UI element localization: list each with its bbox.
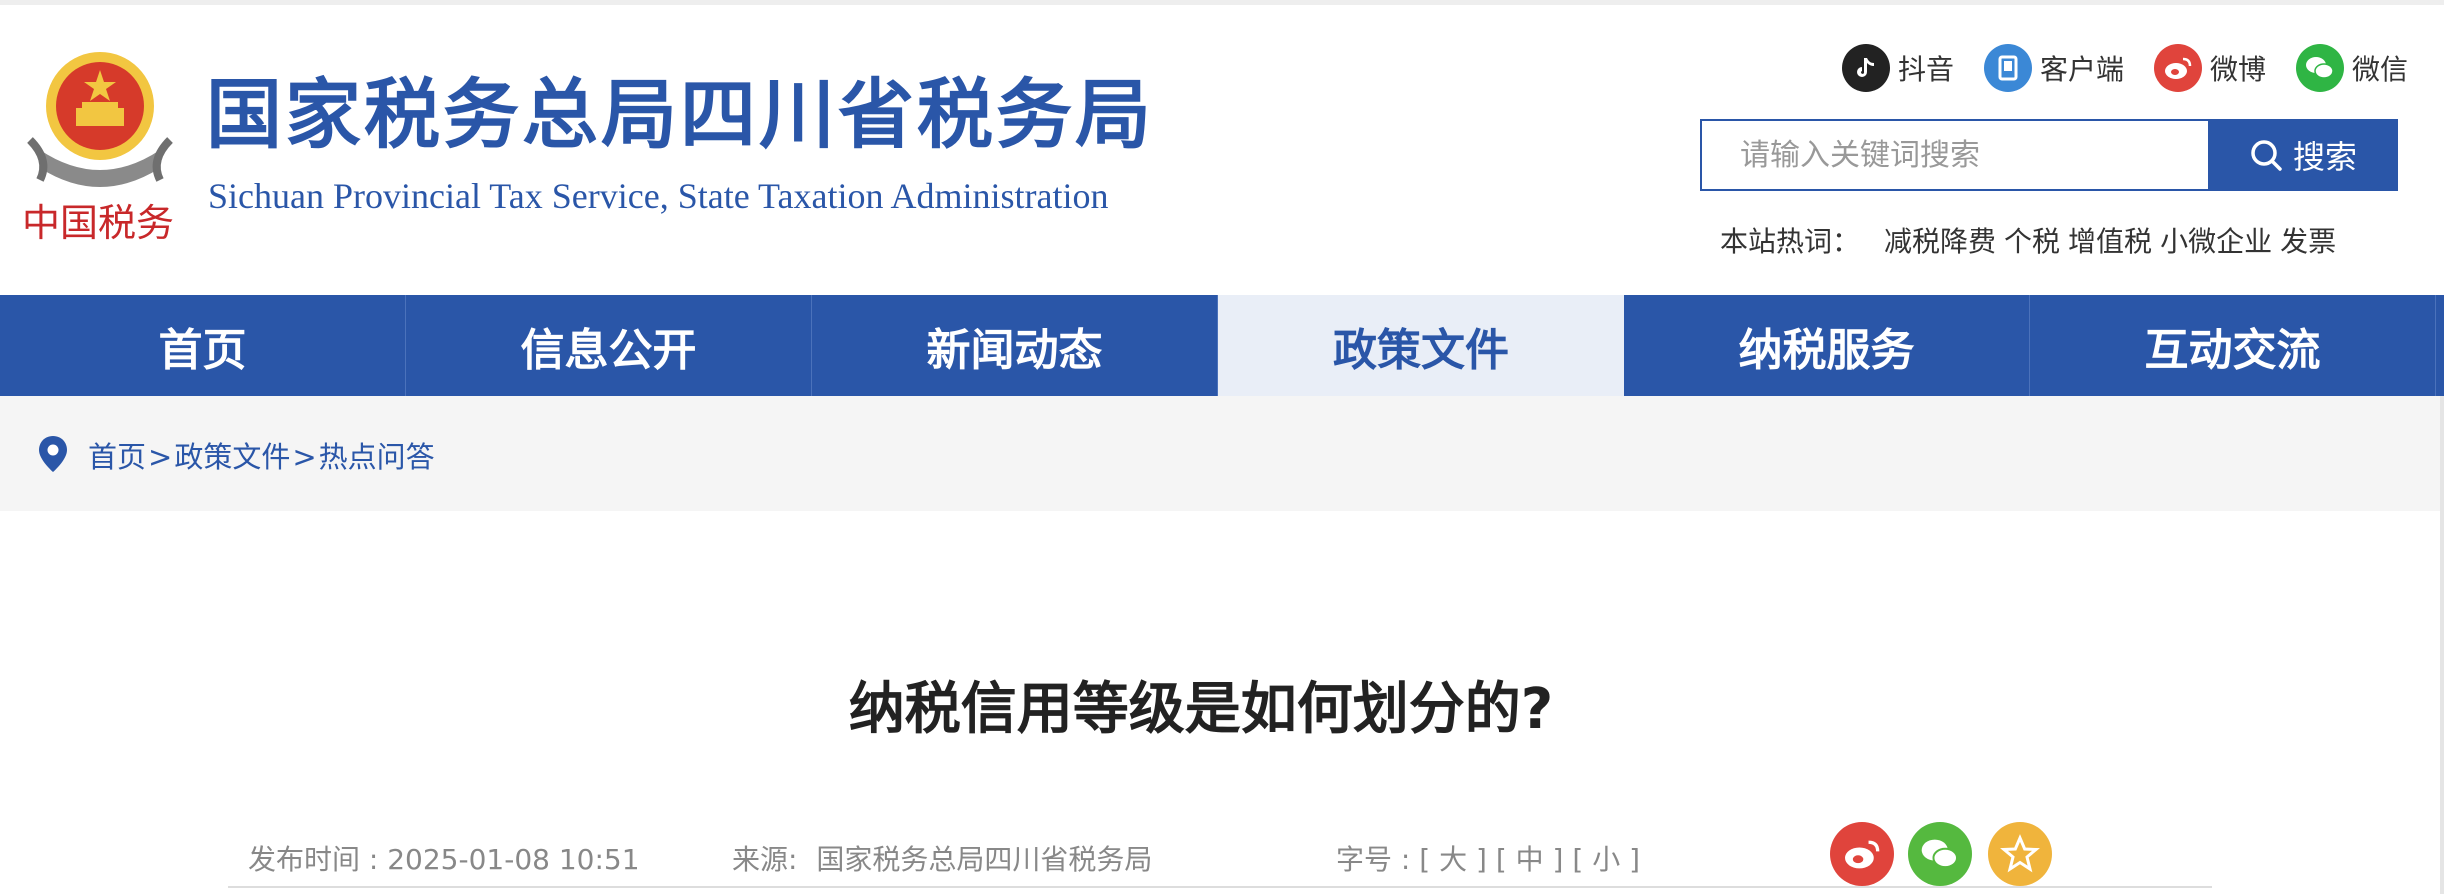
nav-item-news[interactable]: 新闻动态 (812, 295, 1218, 396)
meta-divider (228, 886, 2212, 888)
social-douyin[interactable]: 抖音 (1842, 43, 1954, 93)
hot-word-link[interactable]: 减税降费 (1884, 220, 1996, 260)
weibo-share-icon (1845, 840, 1880, 869)
scrollbar-track[interactable] (2440, 396, 2444, 894)
font-size-small[interactable]: [ 小 ] (1572, 843, 1640, 876)
search-box (1700, 119, 2210, 191)
breadcrumb-separator: > (148, 440, 173, 474)
nav-item-info-disclosure[interactable]: 信息公开 (406, 295, 812, 396)
hot-word-link[interactable]: 发票 (2280, 220, 2336, 260)
site-header: 中国税务 国家税务总局四川省税务局 Sichuan Provincial Tax… (0, 5, 2444, 295)
font-size-controls: 字号 : [ 大 ] [ 中 ] [ 小 ] (1336, 838, 1640, 878)
source-label: 来源: (732, 843, 798, 876)
wechat-share-icon (1921, 839, 1958, 869)
social-wechat-label: 微信 (2352, 53, 2409, 86)
social-weibo[interactable]: 微博 (2154, 43, 2266, 93)
share-weibo-button[interactable] (1830, 822, 1894, 886)
wechat-icon (2296, 44, 2344, 92)
tax-emblem-icon: 中国税务 (22, 52, 174, 245)
site-title-cn: 国家税务总局四川省税务局 (206, 70, 1154, 159)
breadcrumb-policy[interactable]: 政策文件 (174, 440, 290, 474)
breadcrumb-bar: 首页>政策文件>热点问答 (0, 396, 2444, 511)
emblem-calligraphy: 中国税务 (22, 201, 174, 245)
social-client[interactable]: 客户端 (1984, 43, 2124, 93)
breadcrumb-hot-qa[interactable]: 热点问答 (319, 440, 435, 474)
search-icon (2251, 140, 2282, 171)
search-button-label: 搜索 (2292, 138, 2357, 176)
social-weibo-label: 微博 (2210, 53, 2267, 86)
social-wechat[interactable]: 微信 (2296, 43, 2408, 93)
nav-item-tax-service[interactable]: 纳税服务 (1624, 295, 2030, 396)
weibo-icon (2154, 44, 2202, 92)
social-client-label: 客户端 (2040, 53, 2125, 86)
hot-word-link[interactable]: 个税 (2004, 220, 2060, 260)
article-title: 纳税信用等级是如何划分的? (848, 677, 1554, 742)
douyin-icon (1842, 44, 1890, 92)
nav-item-interaction[interactable]: 互动交流 (2030, 295, 2436, 396)
hot-words-label: 本站热词： (1720, 225, 1861, 258)
article-source: 来源: 国家税务总局四川省税务局 (732, 838, 1152, 878)
favorite-star-icon (2000, 834, 2040, 873)
location-pin-icon (39, 436, 67, 472)
hot-word-link[interactable]: 小微企业 (2160, 220, 2272, 260)
font-size-medium[interactable]: [ 中 ] (1496, 843, 1564, 876)
site-title-en: Sichuan Provincial Tax Service, State Ta… (208, 176, 1109, 216)
breadcrumb-home[interactable]: 首页 (88, 440, 146, 474)
app-client-icon (1984, 44, 2032, 92)
favorite-button[interactable] (1988, 822, 2052, 886)
publish-time: 发布时间 : 2025-01-08 10:51 (248, 843, 640, 876)
search-button[interactable]: 搜索 (2208, 119, 2398, 191)
breadcrumb: 首页>政策文件>热点问答 (88, 434, 435, 476)
main-nav: 首页 信息公开 新闻动态 政策文件 纳税服务 互动交流 (0, 295, 2444, 396)
search-input[interactable] (1702, 121, 2210, 189)
social-douyin-label: 抖音 (1898, 53, 1955, 86)
source-value: 国家税务总局四川省税务局 (816, 843, 1153, 876)
font-size-label: 字号 : (1336, 843, 1411, 876)
font-size-large[interactable]: [ 大 ] (1419, 843, 1487, 876)
hot-words: 本站热词： 减税降费 个税 增值税 小微企业 发票 (1720, 220, 2344, 260)
nav-item-home[interactable]: 首页 (0, 295, 406, 396)
hot-word-link[interactable]: 增值税 (2068, 220, 2152, 260)
nav-item-policy[interactable]: 政策文件 (1218, 295, 1624, 396)
share-wechat-button[interactable] (1908, 822, 1972, 886)
breadcrumb-separator: > (292, 440, 317, 474)
